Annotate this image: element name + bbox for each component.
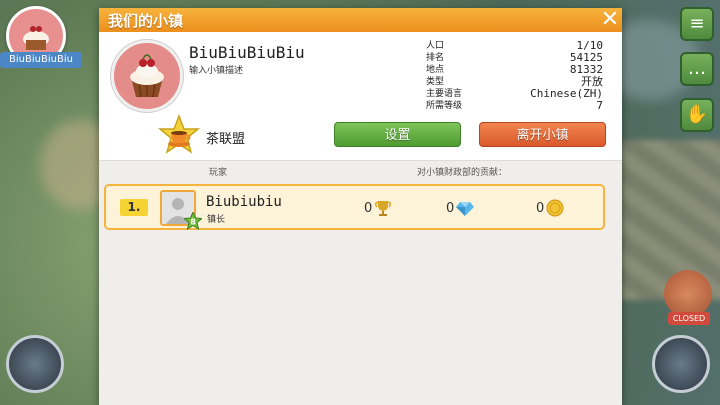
leave-town-button[interactable]: 离开小镇 xyxy=(479,122,606,147)
trophy-count: 0 xyxy=(364,200,373,216)
member-coins: 0 xyxy=(536,199,564,217)
info-label-location: 地点 xyxy=(426,65,445,75)
town-info-values: 1/10 54125 81332 开放 Chinese(ZH) 7 xyxy=(530,40,603,112)
member-diamonds: 0 xyxy=(446,199,475,217)
column-player: 玩家 xyxy=(209,168,228,178)
member-level: 8 xyxy=(190,218,196,227)
list-icon[interactable]: ≡ xyxy=(680,7,714,41)
dialog-title: 我们的小镇 xyxy=(108,12,184,30)
town-header: BiuBiuBiuBiu 输入小镇描述 人口 排名 地点 类型 主要语言 所需等… xyxy=(99,32,622,160)
close-icon[interactable]: ✕ xyxy=(598,8,622,32)
coin-count: 0 xyxy=(536,200,545,216)
cash-register-button[interactable] xyxy=(652,335,710,393)
town-dialog: 我们的小镇 ✕ BiuBiuBiuBiu 输入小镇描述 人口 排名 地点 类型 xyxy=(99,8,622,405)
player-name-tag: BiuBiuBiuBiu xyxy=(0,52,82,68)
info-label-type: 类型 xyxy=(426,77,445,87)
town-description-field[interactable]: 输入小镇描述 xyxy=(189,63,243,76)
trophy-icon xyxy=(375,201,392,216)
balloon-icon[interactable] xyxy=(664,270,712,318)
town-name: BiuBiuBiuBiu xyxy=(189,43,305,62)
member-rank: 1. xyxy=(120,199,148,216)
member-role: 镇长 xyxy=(207,215,226,225)
info-label-rank: 排名 xyxy=(426,53,445,63)
member-row[interactable]: 1. 8 Biubiubiu 镇长 0 0 0 xyxy=(104,184,605,230)
member-trophies: 0 xyxy=(364,199,392,217)
settings-button[interactable]: 设置 xyxy=(334,122,461,147)
closed-sign: CLOSED xyxy=(668,312,710,325)
alliance-name: 茶联盟 xyxy=(206,132,246,147)
tea-cup-icon xyxy=(157,113,201,158)
column-contribution: 对小镇财政部的贡献： xyxy=(417,168,508,178)
build-menu-button[interactable] xyxy=(6,335,64,393)
chat-icon[interactable]: … xyxy=(680,52,714,86)
info-value-language: Chinese(ZH) xyxy=(530,87,603,100)
info-value-required-level: 7 xyxy=(596,99,603,112)
info-label-required-level: 所需等级 xyxy=(426,101,463,111)
dialog-titlebar: 我们的小镇 ✕ xyxy=(99,8,622,32)
handshake-icon[interactable]: ✋ xyxy=(680,98,714,132)
info-label-language: 主要语言 xyxy=(426,89,463,99)
level-star-icon: 8 xyxy=(184,212,202,230)
member-list-header: 玩家 对小镇财政部的贡献： xyxy=(99,160,622,180)
info-label-population: 人口 xyxy=(426,41,445,51)
member-name: Biubiubiu xyxy=(206,194,282,210)
coin-icon xyxy=(546,199,564,217)
diamond-count: 0 xyxy=(446,200,455,216)
diamond-icon xyxy=(456,202,475,216)
town-logo[interactable] xyxy=(111,40,183,112)
town-info-labels: 人口 排名 地点 类型 主要语言 所需等级 xyxy=(426,40,462,112)
